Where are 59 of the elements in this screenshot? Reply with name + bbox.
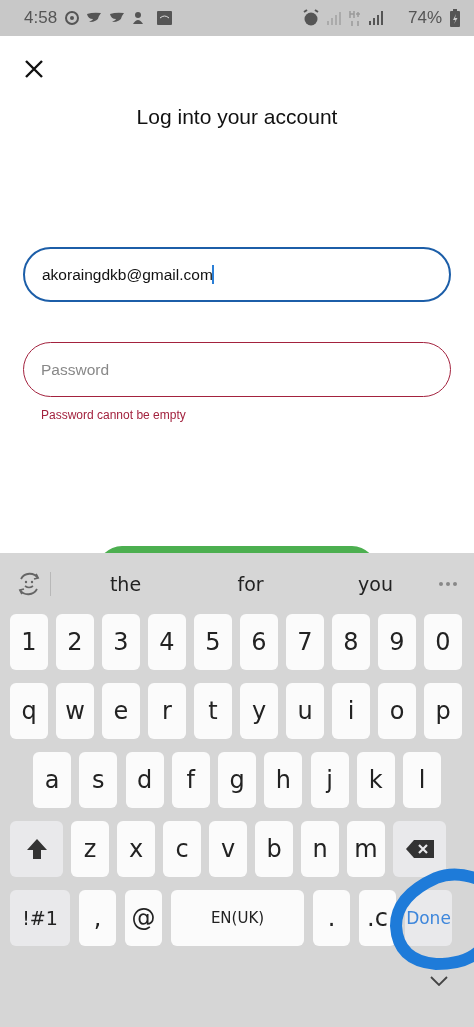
keyboard-key[interactable]: m	[347, 821, 385, 877]
error-message: Password cannot be empty	[41, 408, 187, 422]
chevron-down-icon[interactable]	[430, 976, 448, 986]
battery-charging-icon	[450, 9, 460, 27]
space-key[interactable]: EN(UK)	[171, 890, 304, 946]
keyboard-key[interactable]: h	[264, 752, 303, 808]
keyboard-key[interactable]: g	[218, 752, 256, 808]
keyboard-key[interactable]: c	[163, 821, 201, 877]
keyboard-key[interactable]: 1	[10, 614, 48, 670]
keyboard-key[interactable]: o	[378, 683, 416, 739]
keyboard-key[interactable]: 5	[194, 614, 232, 670]
keyboard-key[interactable]: 9	[378, 614, 416, 670]
keyboard-key[interactable]: b	[255, 821, 293, 877]
keyboard-key[interactable]: @	[125, 890, 162, 946]
password-field[interactable]: Password	[23, 342, 451, 397]
backspace-icon	[405, 840, 434, 858]
keyboard-key[interactable]: 3	[102, 614, 140, 670]
shift-icon	[24, 837, 49, 861]
keyboard-key[interactable]: d	[125, 752, 164, 808]
keyboard-key[interactable]: ,	[79, 890, 116, 946]
keyboard-key[interactable]: k	[356, 752, 395, 808]
symbols-key[interactable]: !#1	[10, 890, 70, 946]
keyboard-key[interactable]: 8	[332, 614, 370, 670]
keyboard-key[interactable]: e	[102, 683, 140, 739]
emoji-icon[interactable]	[16, 570, 42, 597]
keyboard-key[interactable]: y	[240, 683, 278, 739]
keyboard-key[interactable]: x	[117, 821, 155, 877]
keyboard-key[interactable]: z	[71, 821, 109, 877]
keyboard-key[interactable]: v	[209, 821, 247, 877]
keyboard-key[interactable]: q	[10, 683, 48, 739]
keyboard-key[interactable]: .c	[359, 890, 396, 946]
keyboard-key[interactable]: t	[194, 683, 232, 739]
keyboard-key[interactable]: 4	[148, 614, 186, 670]
word-suggestion[interactable]: for	[188, 572, 313, 595]
keyboard-key[interactable]: 6	[240, 614, 278, 670]
keyboard-key[interactable]: 0	[424, 614, 462, 670]
keyboard-key[interactable]: a	[33, 752, 71, 808]
keyboard-key[interactable]: 7	[286, 614, 324, 670]
keyboard-key[interactable]: w	[56, 683, 94, 739]
keyboard-key[interactable]: f	[171, 752, 210, 808]
battery-percentage: 74%	[407, 8, 442, 28]
keyboard-key[interactable]: i	[332, 683, 370, 739]
status-time: 4:58	[24, 8, 58, 28]
keyboard-key[interactable]: p	[424, 683, 462, 739]
shift-key[interactable]	[10, 821, 63, 877]
keyboard-key[interactable]: 2	[56, 614, 94, 670]
backspace-key[interactable]	[393, 821, 446, 877]
email-field[interactable]: akoraingdkb@gmail.com	[23, 247, 451, 302]
page-title: Log into your account	[135, 105, 339, 129]
keyboard-key[interactable]: u	[286, 683, 324, 739]
keyboard-key[interactable]: l	[403, 752, 441, 808]
keyboard-key[interactable]: j	[310, 752, 349, 808]
text-cursor	[212, 265, 215, 284]
keyboard-key[interactable]: s	[79, 752, 118, 808]
keyboard-key[interactable]: .	[313, 890, 350, 946]
keyboard-key[interactable]: r	[148, 683, 186, 739]
word-suggestion[interactable]: the	[63, 572, 188, 595]
keyboard-key[interactable]: n	[301, 821, 339, 877]
word-suggestion[interactable]: you	[313, 572, 438, 595]
